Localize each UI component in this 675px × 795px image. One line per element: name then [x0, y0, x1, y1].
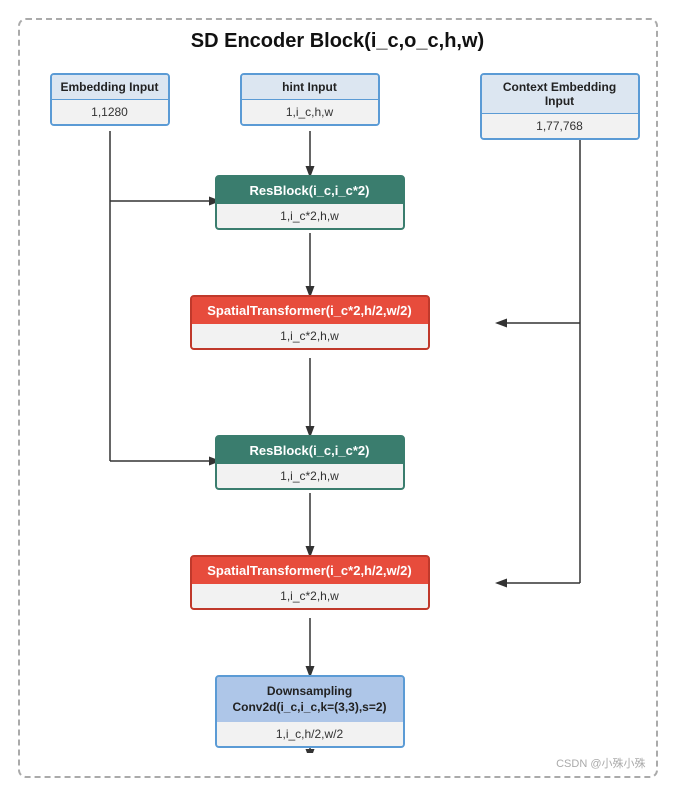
context-input-box: Context Embedding Input 1,77,768 [480, 73, 640, 140]
spatial2-title: SpatialTransformer(i_c*2,h/2,w/2) [192, 557, 428, 584]
hint-input-value: 1,i_c,h,w [242, 100, 378, 124]
context-input-label: Context Embedding Input [482, 75, 638, 114]
resblock1-value: 1,i_c*2,h,w [217, 204, 403, 228]
spatial1-title: SpatialTransformer(i_c*2,h/2,w/2) [192, 297, 428, 324]
embedding-input-label: Embedding Input [52, 75, 168, 100]
spatial1-value: 1,i_c*2,h,w [192, 324, 428, 348]
hint-input-label: hint Input [242, 75, 378, 100]
hint-input-box: hint Input 1,i_c,h,w [240, 73, 380, 126]
context-input-value: 1,77,768 [482, 114, 638, 138]
resblock2-box: ResBlock(i_c,i_c*2) 1,i_c*2,h,w [215, 435, 405, 490]
content-area: Embedding Input 1,1280 hint Input 1,i_c,… [30, 63, 646, 753]
downsampling-title: Downsampling Conv2d(i_c,i_c,k=(3,3),s=2) [217, 677, 403, 723]
diagram-title: SD Encoder Block(i_c,o_c,h,w) [30, 30, 646, 53]
watermark: CSDN @小殊小殊 [556, 755, 645, 771]
downsampling-value: 1,i_c,h/2,w/2 [217, 722, 403, 746]
arrows-svg [30, 63, 646, 753]
embedding-input-box: Embedding Input 1,1280 [50, 73, 170, 126]
spatial1-box: SpatialTransformer(i_c*2,h/2,w/2) 1,i_c*… [190, 295, 430, 350]
resblock2-title: ResBlock(i_c,i_c*2) [217, 437, 403, 464]
spatial2-value: 1,i_c*2,h,w [192, 584, 428, 608]
resblock1-box: ResBlock(i_c,i_c*2) 1,i_c*2,h,w [215, 175, 405, 230]
downsampling-box: Downsampling Conv2d(i_c,i_c,k=(3,3),s=2)… [215, 675, 405, 749]
resblock1-title: ResBlock(i_c,i_c*2) [217, 177, 403, 204]
diagram-container: SD Encoder Block(i_c,o_c,h,w) [18, 18, 658, 778]
resblock2-value: 1,i_c*2,h,w [217, 464, 403, 488]
embedding-input-value: 1,1280 [52, 100, 168, 124]
spatial2-box: SpatialTransformer(i_c*2,h/2,w/2) 1,i_c*… [190, 555, 430, 610]
